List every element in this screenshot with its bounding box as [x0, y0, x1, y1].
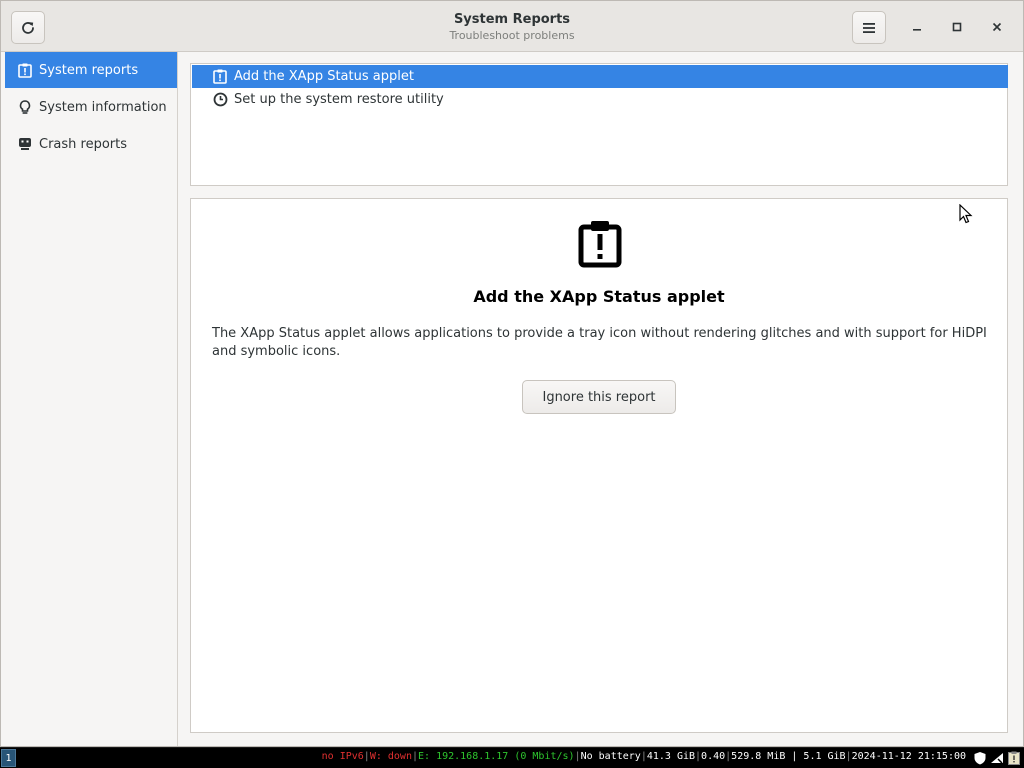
minimize-button[interactable]	[907, 17, 927, 37]
clipboard-alert-icon	[212, 69, 228, 85]
report-title: Add the XApp Status applet	[473, 287, 725, 306]
list-item[interactable]: Add the XApp Status applet	[192, 65, 1008, 88]
main-menu-button[interactable]	[852, 11, 886, 44]
report-detail: Add the XApp Status applet The XApp Stat…	[190, 198, 1008, 733]
ignore-report-button[interactable]: Ignore this report	[522, 380, 676, 414]
window-title: System Reports	[453, 12, 571, 27]
clock-icon	[212, 92, 228, 108]
sidebar: System reports System information Crash …	[1, 52, 178, 746]
ipv6-status: no IPv6	[321, 751, 364, 762]
refresh-button[interactable]	[11, 11, 45, 44]
title-box: System Reports Troubleshoot problems	[301, 12, 723, 43]
crash-face-icon	[17, 136, 33, 152]
clipboard-alert-icon[interactable]	[1006, 751, 1021, 766]
report-list: Add the XApp Status applet Set up the sy…	[190, 63, 1008, 186]
sidebar-item-label: System information	[39, 99, 167, 115]
clipboard-alert-icon	[17, 62, 33, 78]
sidebar-item-crash-reports[interactable]: Crash reports	[5, 126, 177, 162]
close-icon	[992, 22, 1002, 32]
swap-status: 5.1 GiB	[803, 751, 846, 762]
load-status: 0.40	[701, 751, 726, 762]
sidebar-item-label: System reports	[39, 62, 139, 78]
system-reports-window: System Reports Troubleshoot problems Sys…	[0, 0, 1024, 747]
sidebar-item-label: Crash reports	[39, 136, 128, 152]
system-tray	[972, 750, 1021, 766]
hamburger-menu-icon	[863, 22, 875, 33]
close-button[interactable]	[987, 17, 1007, 37]
memory-status: 529.8 MiB	[731, 751, 786, 762]
header-bar: System Reports Troubleshoot problems	[1, 1, 1023, 52]
shield-icon[interactable]	[972, 751, 987, 766]
refresh-icon	[22, 21, 34, 34]
battery-status: No battery	[580, 751, 641, 762]
status-bar: 1 no IPv6|W: down|E: 192.168.1.17 (0 Mbi…	[0, 748, 1024, 768]
list-item-label: Add the XApp Status applet	[234, 69, 414, 84]
wireless-status: W: down	[369, 751, 412, 762]
status-text: no IPv6|W: down|E: 192.168.1.17 (0 Mbit/…	[321, 751, 966, 762]
sidebar-item-system-information[interactable]: System information	[5, 89, 177, 125]
minimize-icon	[913, 29, 921, 31]
maximize-button[interactable]	[947, 17, 967, 37]
list-item-label: Set up the system restore utility	[234, 92, 444, 107]
workspace-button[interactable]: 1	[1, 749, 16, 767]
disk-status: 41.3 GiB	[646, 751, 696, 762]
maximize-icon	[952, 22, 962, 32]
mouse-pointer-icon	[959, 204, 973, 224]
lightbulb-icon	[17, 99, 33, 115]
clipboard-alert-icon	[578, 221, 622, 268]
ethernet-status: E: 192.168.1.17 (0 Mbit/s)	[418, 751, 575, 762]
report-description: The XApp Status applet allows applicatio…	[212, 326, 987, 359]
list-item[interactable]: Set up the system restore utility	[192, 88, 1008, 111]
window-subtitle: Troubleshoot problems	[449, 29, 575, 42]
datetime-status: 2024-11-12 21:15:00	[851, 751, 966, 762]
sidebar-item-system-reports[interactable]: System reports	[5, 52, 177, 88]
network-icon[interactable]	[989, 751, 1004, 766]
